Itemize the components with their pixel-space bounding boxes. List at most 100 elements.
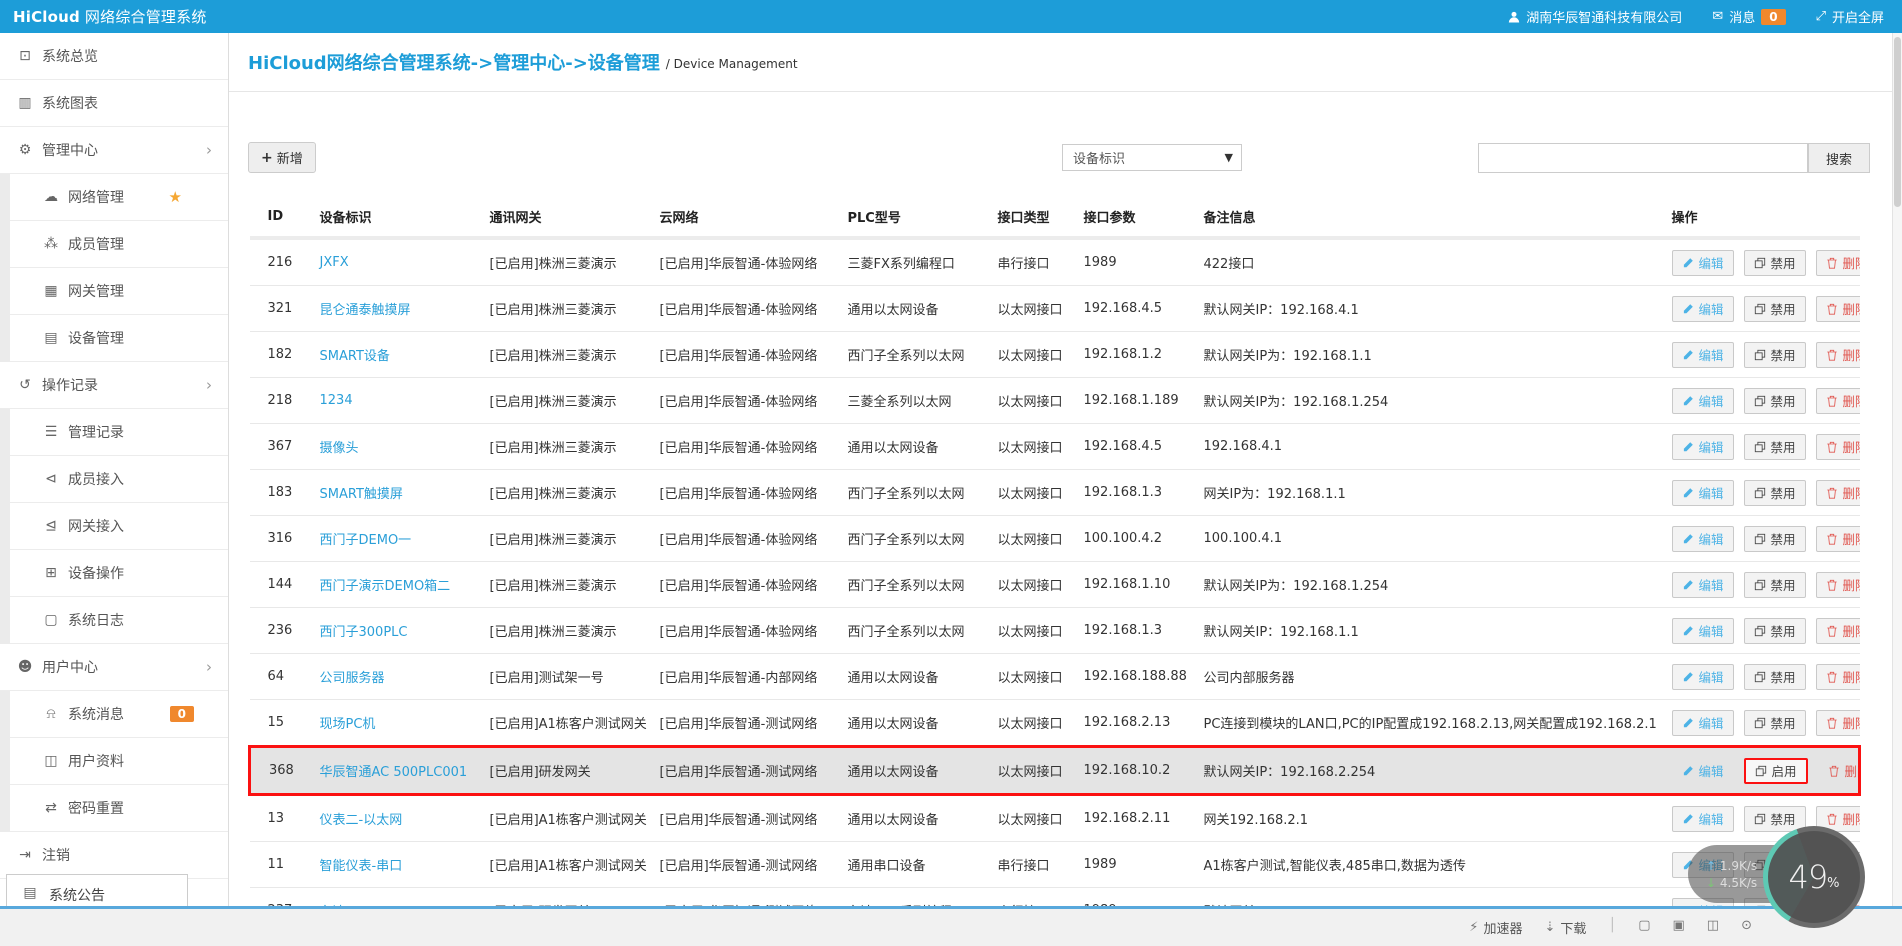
disable-button[interactable]: 禁用 bbox=[1744, 480, 1806, 506]
down-arrow-icon: ↓ bbox=[1706, 876, 1716, 890]
company-menu[interactable]: 湖南华辰智通科技有限公司 bbox=[1508, 7, 1682, 26]
device-name-link[interactable]: 西门子DEMO一 bbox=[320, 533, 412, 548]
edit-button[interactable]: 编辑 bbox=[1672, 710, 1734, 736]
device-name-link[interactable]: 现场PC机 bbox=[320, 717, 376, 732]
edit-button[interactable]: 编辑 bbox=[1672, 664, 1734, 690]
search-button[interactable]: 搜索 bbox=[1808, 143, 1870, 173]
device-name-link[interactable]: 公司服务器 bbox=[320, 671, 385, 686]
edit-button[interactable]: 编辑 bbox=[1672, 434, 1734, 460]
id-cell: 218 bbox=[250, 378, 314, 424]
disable-button[interactable]: 禁用 bbox=[1744, 250, 1806, 276]
window-icon[interactable]: ▣ bbox=[1673, 918, 1685, 933]
add-device-button[interactable]: + 新增 bbox=[248, 142, 316, 173]
sidebar-item-15[interactable]: ◫用户资料 bbox=[0, 738, 228, 785]
sidebar-item-1[interactable]: ▥系统图表 bbox=[0, 80, 228, 127]
delete-button[interactable]: 删除 bbox=[1816, 342, 1860, 368]
panel-icon[interactable]: ▢ bbox=[1638, 918, 1650, 933]
device-filter-select[interactable]: 设备标识 ▼ bbox=[1062, 144, 1242, 171]
disable-button[interactable]: 禁用 bbox=[1744, 526, 1806, 552]
sidebar-item-9[interactable]: ⊲成员接入 bbox=[0, 456, 228, 503]
sidebar-item-label: 管理中心 bbox=[42, 140, 98, 160]
remark-cell: 默认网关IP为：192.168.1.1 bbox=[1198, 332, 1666, 378]
sidebar-item-10[interactable]: ⊴网关接入 bbox=[0, 503, 228, 550]
search-input[interactable] bbox=[1478, 143, 1808, 173]
delete-button[interactable]: 删除 bbox=[1816, 250, 1860, 276]
memory-gauge[interactable]: 49 % bbox=[1763, 826, 1865, 928]
edit-button[interactable]: 编辑 bbox=[1672, 758, 1734, 784]
delete-label: 删除 bbox=[1843, 345, 1860, 364]
delete-button[interactable]: 删除 bbox=[1816, 296, 1860, 322]
delete-button[interactable]: 删除 bbox=[1816, 434, 1860, 460]
sidebar-item-16[interactable]: ⇄密码重置 bbox=[0, 785, 228, 832]
layers-icon[interactable]: ◫ bbox=[1707, 918, 1719, 933]
fullscreen-button[interactable]: ⤢ 开启全屏 bbox=[1816, 7, 1884, 26]
table-row: 11智能仪表-串口[已启用]A1栋客户测试网关[已启用]华辰智通-测试网络通用串… bbox=[250, 842, 1860, 888]
toggle-label: 禁用 bbox=[1771, 621, 1796, 640]
edit-button[interactable]: 编辑 bbox=[1672, 388, 1734, 414]
delete-button[interactable]: 删除 bbox=[1818, 758, 1860, 784]
vertical-scrollbar[interactable] bbox=[1892, 33, 1902, 928]
announcement-label: 系统公告 bbox=[49, 885, 105, 905]
disable-button[interactable]: 禁用 bbox=[1744, 806, 1806, 832]
disable-button[interactable]: 禁用 bbox=[1744, 664, 1806, 690]
device-name-link[interactable]: 昆仑通泰触摸屏 bbox=[320, 303, 411, 318]
device-name-link[interactable]: 华辰智通AC 500PLC001 bbox=[320, 765, 468, 780]
sidebar-item-label: 网关接入 bbox=[68, 516, 124, 536]
cloud-network-cell: [已启用]华辰智通-体验网络 bbox=[654, 332, 842, 378]
edit-button[interactable]: 编辑 bbox=[1672, 250, 1734, 276]
disable-button[interactable]: 禁用 bbox=[1744, 618, 1806, 644]
messages-menu[interactable]: ✉ 消息 0 bbox=[1712, 7, 1785, 26]
clock-icon[interactable]: ⊙ bbox=[1741, 918, 1752, 933]
delete-button[interactable]: 删除 bbox=[1816, 572, 1860, 598]
device-name-link[interactable]: SMART设备 bbox=[320, 349, 390, 364]
device-name-link[interactable]: 摄像头 bbox=[320, 441, 359, 456]
edit-button[interactable]: 编辑 bbox=[1672, 480, 1734, 506]
device-name-link[interactable]: 仪表二-以太网 bbox=[320, 813, 403, 828]
device-name-link[interactable]: SMART触摸屏 bbox=[320, 487, 403, 502]
edit-button[interactable]: 编辑 bbox=[1672, 806, 1734, 832]
disable-button[interactable]: 禁用 bbox=[1744, 388, 1806, 414]
sidebar-item-12[interactable]: ▢系统日志 bbox=[0, 597, 228, 644]
delete-button[interactable]: 删除 bbox=[1816, 664, 1860, 690]
delete-button[interactable]: 删除 bbox=[1816, 618, 1860, 644]
edit-button[interactable]: 编辑 bbox=[1672, 342, 1734, 368]
device-name-link[interactable]: 西门子300PLC bbox=[320, 625, 408, 640]
edit-button[interactable]: 编辑 bbox=[1672, 572, 1734, 598]
sidebar-item-13[interactable]: ☻用户中心› bbox=[0, 644, 228, 691]
edit-button[interactable]: 编辑 bbox=[1672, 296, 1734, 322]
gateway-cell: [已启用]A1栋客户测试网关 bbox=[484, 842, 654, 888]
sidebar-item-4[interactable]: ⁂成员管理 bbox=[0, 221, 228, 268]
scrollbar-thumb[interactable] bbox=[1894, 37, 1901, 207]
edit-button[interactable]: 编辑 bbox=[1672, 526, 1734, 552]
edit-button[interactable]: 编辑 bbox=[1672, 618, 1734, 644]
delete-button[interactable]: 删除 bbox=[1816, 710, 1860, 736]
sidebar-item-17[interactable]: ⇥注销 bbox=[0, 832, 228, 879]
sidebar-item-14[interactable]: ⍾系统消息0 bbox=[0, 691, 228, 738]
reset-icon: ⇄ bbox=[40, 800, 62, 816]
sidebar-item-2[interactable]: ⚙管理中心› bbox=[0, 127, 228, 174]
device-name-link[interactable]: JXFX bbox=[320, 255, 349, 270]
sidebar-item-3[interactable]: ☁网络管理★ bbox=[0, 174, 228, 221]
sidebar-item-5[interactable]: ▦网关管理 bbox=[0, 268, 228, 315]
disable-button[interactable]: 禁用 bbox=[1744, 296, 1806, 322]
sidebar-item-0[interactable]: ⊡系统总览 bbox=[0, 33, 228, 80]
delete-button[interactable]: 删除 bbox=[1816, 526, 1860, 552]
device-name-link[interactable]: 西门子演示DEMO箱二 bbox=[320, 579, 451, 594]
disable-button[interactable]: 禁用 bbox=[1744, 572, 1806, 598]
disable-button[interactable]: 禁用 bbox=[1744, 710, 1806, 736]
disable-button[interactable]: 禁用 bbox=[1744, 434, 1806, 460]
enable-button[interactable]: 启用 bbox=[1744, 758, 1808, 784]
monitor-icon: ⊡ bbox=[14, 48, 36, 64]
disable-button[interactable]: 禁用 bbox=[1744, 342, 1806, 368]
sidebar-item-6[interactable]: ▤设备管理 bbox=[0, 315, 228, 362]
interface-param-cell: 192.168.4.5 bbox=[1078, 424, 1198, 470]
sidebar-item-7[interactable]: ↺操作记录› bbox=[0, 362, 228, 409]
gateway-cell: [已启用]株洲三菱演示 bbox=[484, 608, 654, 654]
device-name-link[interactable]: 1234 bbox=[320, 393, 353, 408]
delete-button[interactable]: 删除 bbox=[1816, 388, 1860, 414]
sidebar-item-11[interactable]: ⊞设备操作 bbox=[0, 550, 228, 597]
device-name-cell: 仪表二-以太网 bbox=[314, 795, 484, 842]
device-name-link[interactable]: 智能仪表-串口 bbox=[320, 859, 403, 874]
sidebar-item-8[interactable]: ☰管理记录 bbox=[0, 409, 228, 456]
delete-button[interactable]: 删除 bbox=[1816, 480, 1860, 506]
